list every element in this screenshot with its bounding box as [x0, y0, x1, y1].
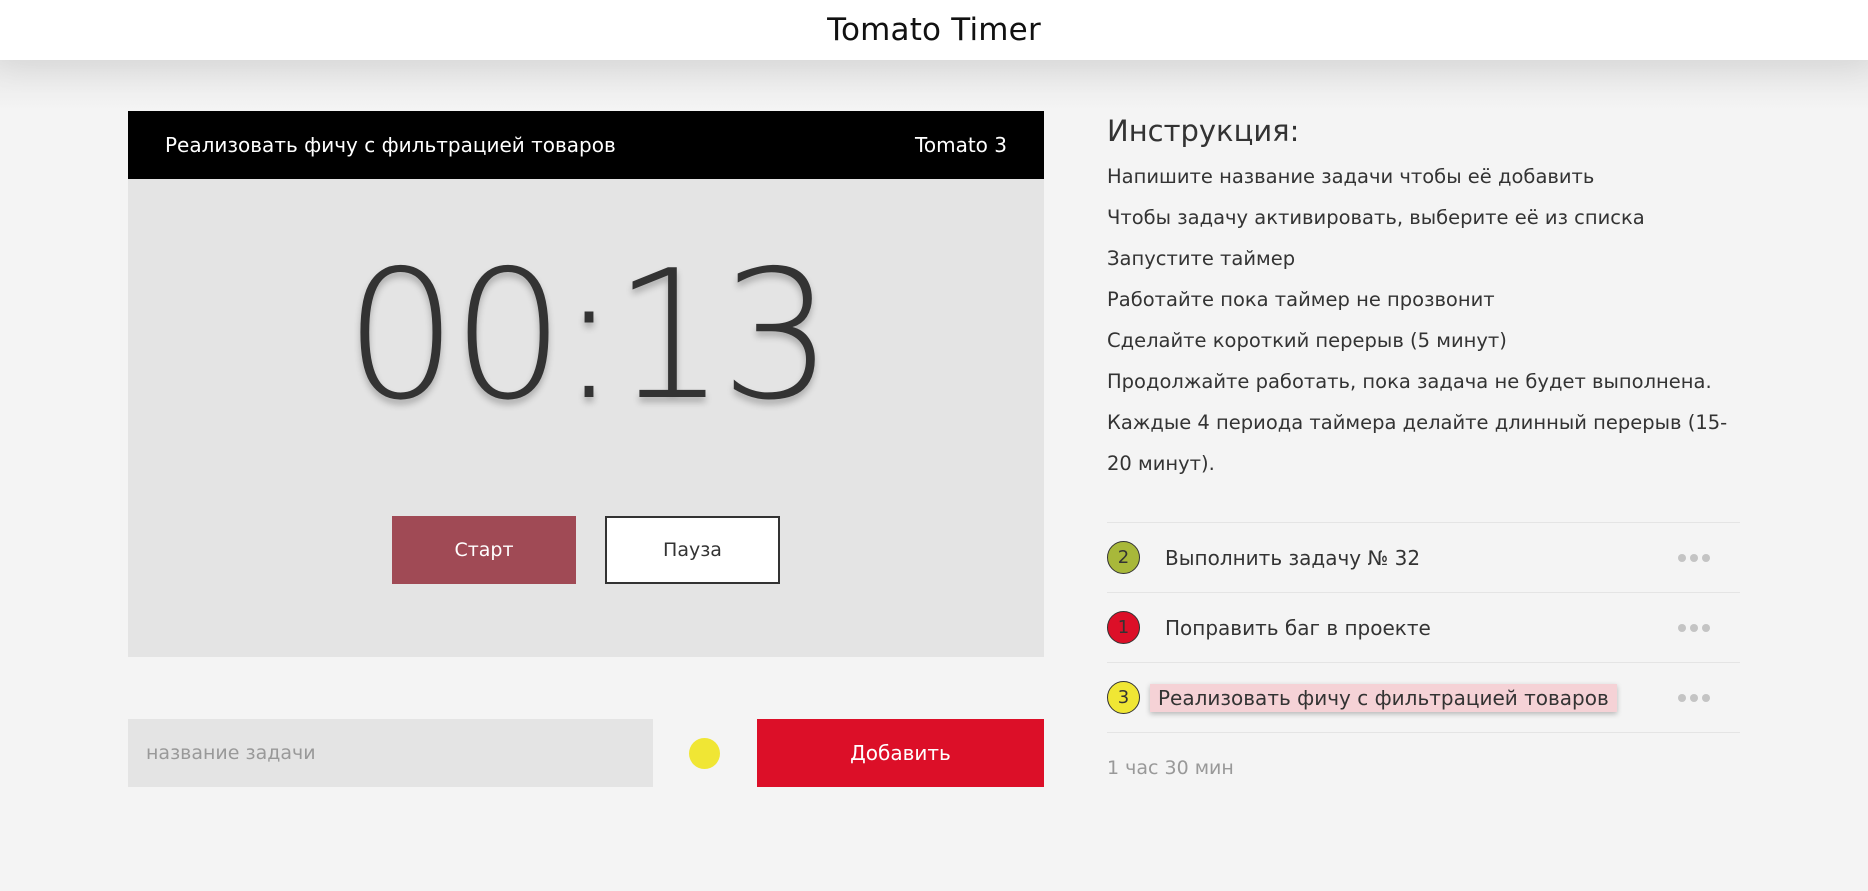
header-shadow [0, 60, 1868, 110]
instructions-title: Инструкция: [1107, 114, 1300, 148]
instructions-panel: Инструкция: Напишите название задачи что… [1107, 114, 1747, 484]
tomato-counter: Tomato 3 [915, 133, 1007, 157]
instructions-list: Напишите название задачи чтобы её добави… [1107, 156, 1747, 484]
instruction-item: Каждые 4 периода таймера делайте длинный… [1107, 411, 1728, 475]
timer-body: 00:13 Старт Пауза [128, 179, 1044, 657]
task-name-input[interactable] [128, 719, 653, 787]
menu-dot [1690, 553, 1698, 562]
start-button[interactable]: Старт [392, 516, 576, 584]
current-task-name: Реализовать фичу с фильтрацией товаров [165, 133, 616, 157]
menu-dot [1678, 553, 1686, 562]
task-name[interactable]: Реализовать фичу с фильтрацией товаров [1150, 683, 1617, 712]
menu-dot [1678, 623, 1686, 632]
instruction-item: Работайте пока таймер не прозвонит [1107, 288, 1495, 311]
instruction-item: Чтобы задачу активировать, выберите её и… [1107, 206, 1645, 229]
menu-dot [1702, 553, 1710, 562]
menu-dot [1690, 693, 1698, 702]
instruction-item: Продолжайте работать, пока задача не буд… [1107, 370, 1712, 393]
menu-dot [1690, 623, 1698, 632]
app-title: Tomato Timer [827, 12, 1041, 48]
task-name[interactable]: Выполнить задачу № 32 [1157, 544, 1428, 572]
instruction-item: Напишите название задачи чтобы её добави… [1107, 165, 1595, 188]
instruction-item: Сделайте короткий перерыв (5 минут) [1107, 329, 1507, 352]
pause-button[interactable]: Пауза [605, 516, 780, 584]
task-name[interactable]: Поправить баг в проекте [1157, 614, 1439, 642]
task-item[interactable]: 1 Поправить баг в проекте [1107, 593, 1740, 663]
task-list: 2 Выполнить задачу № 32 1 Поправить баг … [1107, 522, 1740, 733]
instruction-item: Запустите таймер [1107, 247, 1296, 270]
more-dots-icon[interactable] [1676, 688, 1712, 708]
more-dots-icon[interactable] [1676, 548, 1712, 568]
add-task-button[interactable]: Добавить [757, 719, 1044, 787]
task-item[interactable]: 2 Выполнить задачу № 32 [1107, 523, 1740, 593]
total-time: 1 час 30 мин [1107, 757, 1234, 779]
task-tomato-count: 1 [1107, 611, 1140, 644]
menu-dot [1702, 693, 1710, 702]
task-item[interactable]: 3 Реализовать фичу с фильтрацией товаров [1107, 663, 1740, 733]
menu-dot [1678, 693, 1686, 702]
task-tomato-count: 2 [1107, 541, 1140, 574]
task-tomato-count: 3 [1107, 681, 1140, 714]
timer-header: Реализовать фичу с фильтрацией товаров T… [128, 111, 1044, 179]
app-header: Tomato Timer [0, 0, 1868, 60]
more-dots-icon[interactable] [1676, 618, 1712, 638]
menu-dot [1702, 623, 1710, 632]
priority-color-picker[interactable] [689, 738, 720, 769]
timer-display: 00:13 [344, 232, 834, 439]
